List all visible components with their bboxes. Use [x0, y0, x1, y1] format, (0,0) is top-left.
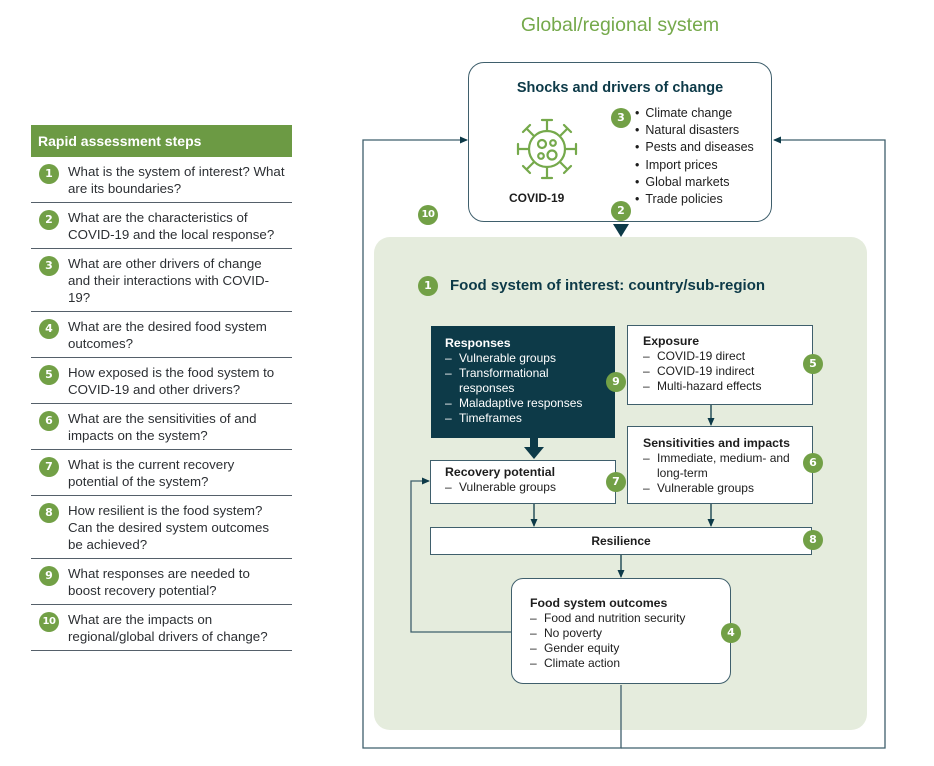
shocks-title: Shocks and drivers of change [516, 80, 724, 96]
responses-item: Maladaptive responses [445, 396, 601, 411]
responses-box: Responses Vulnerable groups Transformati… [431, 326, 615, 438]
badge-8: 8 [803, 530, 823, 550]
sensitivities-item: Vulnerable groups [643, 481, 797, 496]
responses-item: Timeframes [445, 411, 601, 426]
badge-7: 7 [606, 472, 626, 492]
drivers-list: Climate change Natural disasters Pests a… [635, 105, 754, 208]
outcomes-item: Food and nutrition security [530, 611, 712, 626]
outcomes-item: Climate action [530, 656, 712, 671]
exposure-item: Multi-hazard effects [643, 379, 797, 394]
shocks-arrow [613, 224, 629, 237]
covid-label: COVID-19 [509, 191, 565, 205]
resilience-title: Resilience [591, 534, 651, 548]
badge-3: 3 [611, 108, 631, 128]
badge-5: 5 [803, 354, 823, 374]
responses-item: Vulnerable groups [445, 351, 601, 366]
arrow-responses-recovery [524, 438, 544, 459]
exposure-title: Exposure [643, 334, 700, 348]
badge-6: 6 [803, 453, 823, 473]
exposure-item: COVID-19 indirect [643, 364, 797, 379]
badge-10: 10 [418, 205, 438, 225]
driver-item: Import prices [635, 157, 754, 174]
badge-9: 9 [606, 372, 626, 392]
resilience-box: Resilience [430, 527, 812, 555]
sensitivities-item: Immediate, medium- and long-term [643, 451, 797, 481]
responses-title: Responses [445, 336, 511, 350]
shocks-drivers-box: Shocks and drivers of change COVID-19 3 … [468, 62, 772, 222]
sensitivities-box: Sensitivities and impacts Immediate, med… [627, 426, 813, 504]
driver-item: Pests and diseases [635, 139, 753, 156]
recovery-item: Vulnerable groups [445, 480, 601, 495]
outcomes-title: Food system outcomes [530, 596, 668, 610]
outcomes-item: No poverty [530, 626, 712, 641]
badge-1: 1 [418, 276, 438, 296]
exposure-box: Exposure COVID-19 direct COVID-19 indire… [627, 325, 813, 405]
driver-item: Natural disasters [635, 122, 754, 139]
exposure-item: COVID-19 direct [643, 349, 797, 364]
sensitivities-title: Sensitivities and impacts [643, 436, 790, 450]
driver-item: Global markets [635, 174, 754, 191]
driver-item: Climate change [635, 105, 754, 122]
badge-4: 4 [721, 623, 741, 643]
recovery-title: Recovery potential [445, 465, 556, 479]
responses-item: Transformational responses [445, 366, 601, 396]
recovery-box: Recovery potential Vulnerable groups [430, 460, 616, 504]
driver-item: Trade policies [635, 191, 754, 208]
outcomes-item: Gender equity [530, 641, 712, 656]
outcomes-box: Food system outcomes Food and nutrition … [511, 578, 731, 684]
badge-2: 2 [611, 201, 631, 221]
food-system-title: Food system of interest: country/sub-reg… [450, 277, 766, 294]
virus-icon [516, 118, 578, 180]
